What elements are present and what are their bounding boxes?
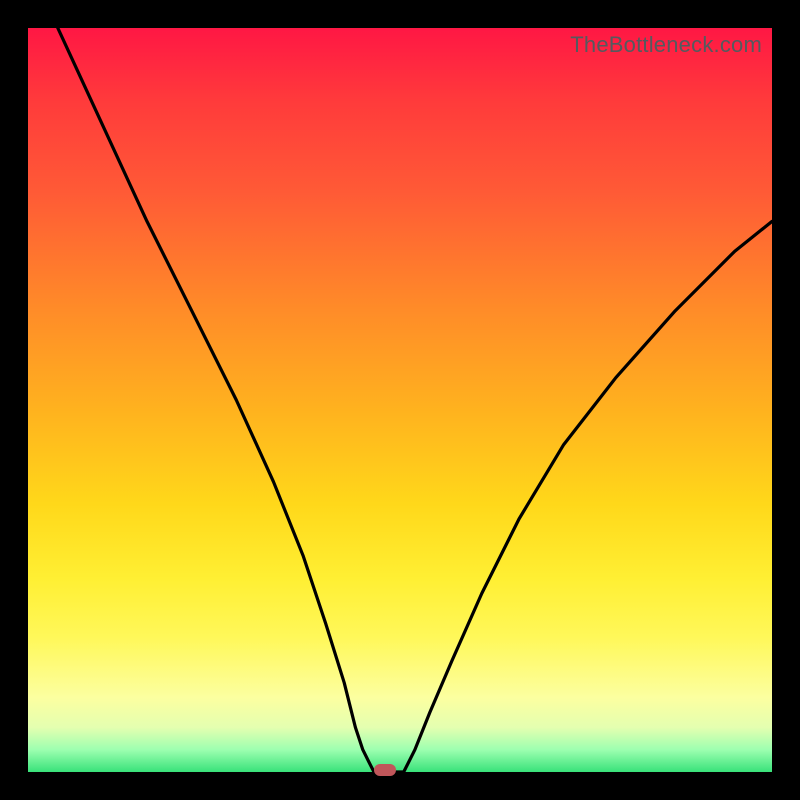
- bottleneck-curve: [28, 28, 772, 772]
- min-marker: [374, 764, 396, 776]
- curve-path: [58, 28, 772, 772]
- chart-frame: TheBottleneck.com: [0, 0, 800, 800]
- plot-area: TheBottleneck.com: [28, 28, 772, 772]
